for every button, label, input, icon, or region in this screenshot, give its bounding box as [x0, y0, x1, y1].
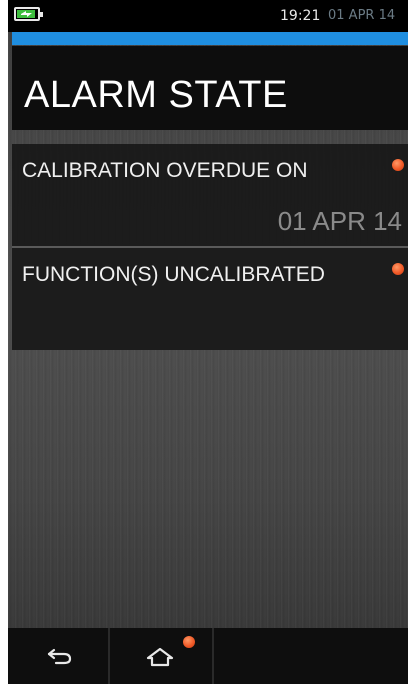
bottom-nav-bar — [8, 628, 408, 684]
accent-strip — [12, 32, 408, 45]
alarm-value: 01 APR 14 — [277, 206, 402, 236]
battery-charging-icon — [14, 7, 43, 21]
nav-separator — [108, 628, 110, 684]
alarm-label: FUNCTION(S) UNCALIBRATED — [22, 263, 325, 286]
device-screen: 19:21 01 APR 14 ALARM STATE CALIBRATION … — [8, 0, 408, 684]
home-notification-dot — [183, 636, 195, 648]
back-button[interactable] — [12, 628, 108, 684]
nav-separator — [212, 628, 214, 684]
status-bar: 19:21 01 APR 14 — [8, 0, 408, 32]
alarm-item-calibration-overdue[interactable]: CALIBRATION OVERDUE ON 01 APR 14 — [12, 144, 408, 246]
home-icon — [146, 647, 174, 667]
back-arrow-icon — [47, 648, 72, 665]
title-bar: ALARM STATE — [12, 46, 408, 130]
alarm-item-functions-uncalibrated[interactable]: FUNCTION(S) UNCALIBRATED — [12, 248, 408, 350]
alarm-indicator-icon — [392, 159, 404, 171]
status-time: 19:21 — [280, 8, 321, 24]
alarm-indicator-icon — [392, 263, 404, 275]
home-button[interactable] — [112, 628, 208, 684]
page-title: ALARM STATE — [24, 74, 288, 116]
alarm-label: CALIBRATION OVERDUE ON — [22, 159, 308, 182]
status-date: 01 APR 14 — [328, 8, 396, 23]
